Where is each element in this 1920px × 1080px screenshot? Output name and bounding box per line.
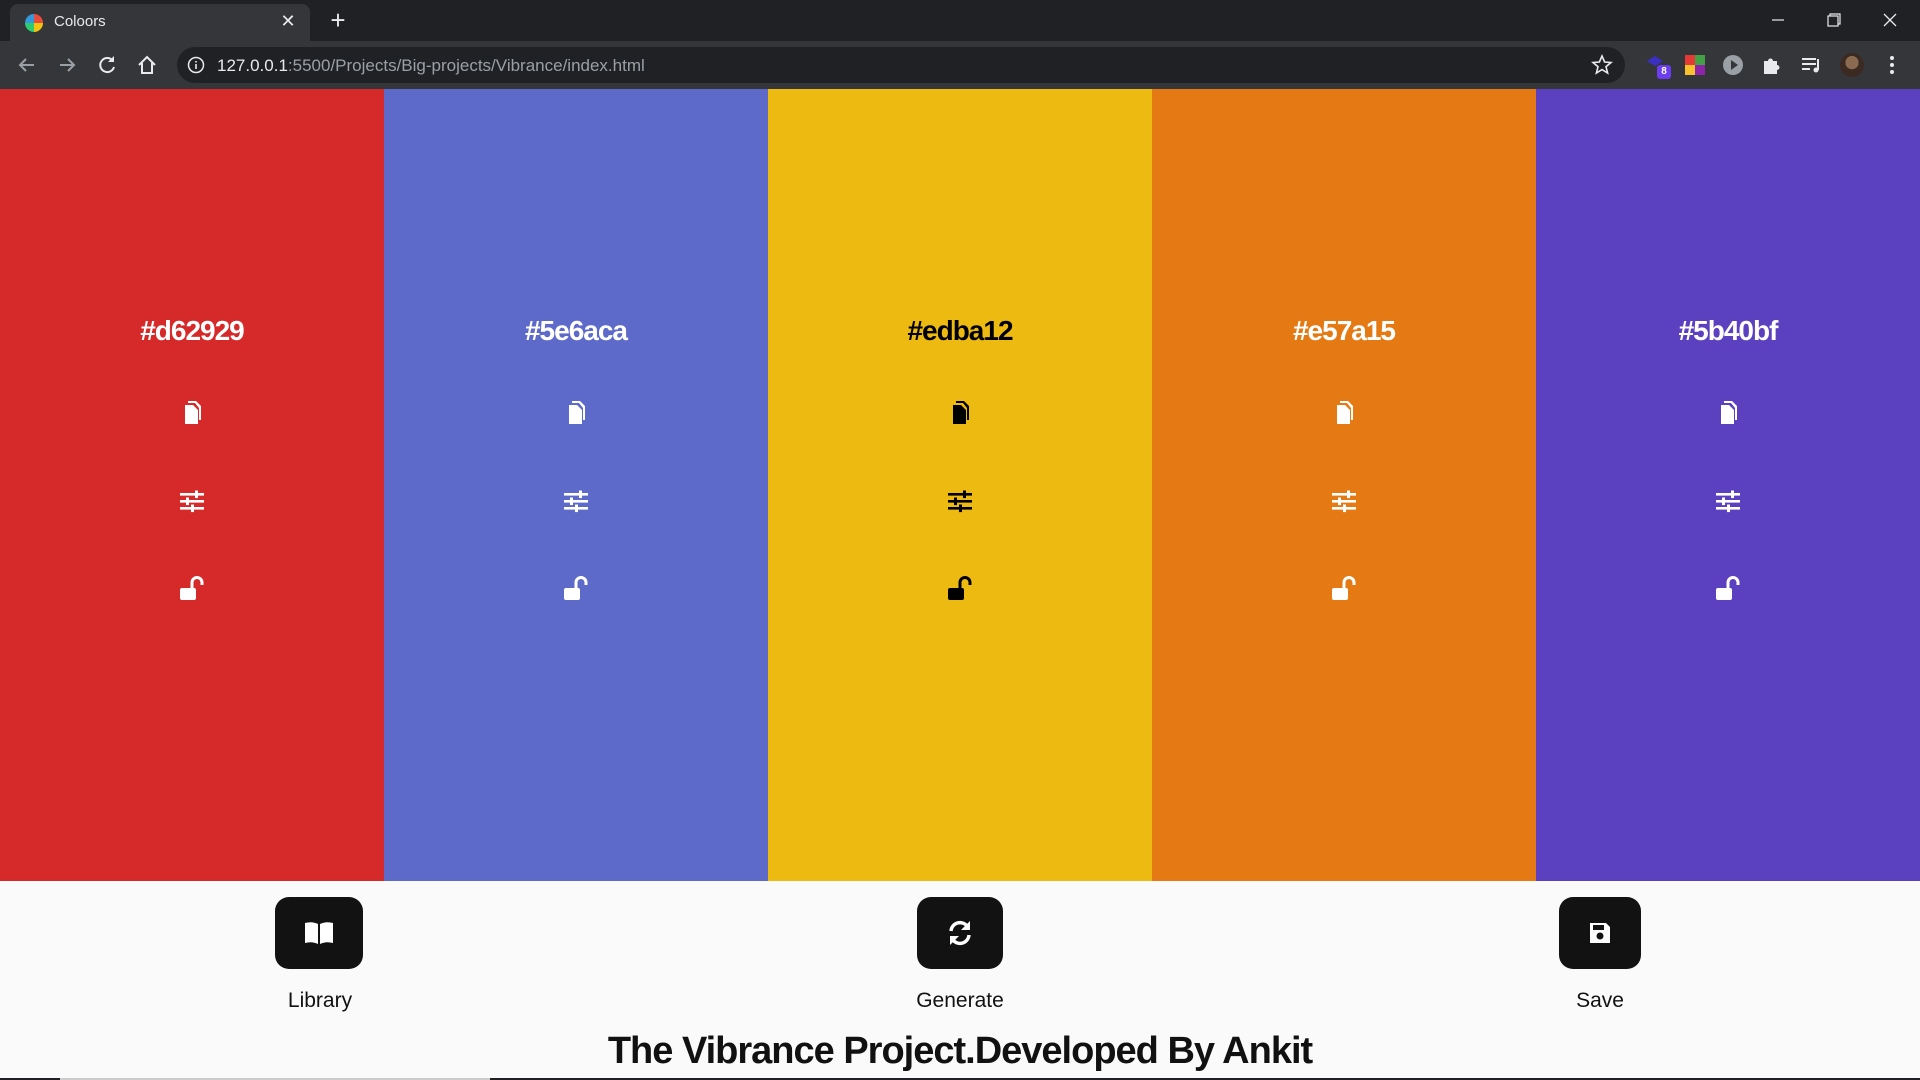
- color-extension-icon[interactable]: [1683, 53, 1707, 77]
- sliders-icon[interactable]: [177, 486, 207, 516]
- unlock-icon[interactable]: [177, 573, 207, 603]
- back-icon[interactable]: [13, 51, 41, 79]
- color-swatch-2: #5e6aca: [384, 89, 768, 881]
- favicon-icon: [25, 14, 43, 32]
- browser-tab[interactable]: Coloors ✕: [10, 4, 310, 41]
- bookmark-star-icon[interactable]: [1591, 54, 1613, 76]
- color-palette: #d62929 #5e6aca #edba12 #e57a15 #5b40bf: [0, 89, 1920, 881]
- color-swatch-1: #d62929: [0, 89, 384, 881]
- footer-credit: The Vibrance Project.Developed By Ankit: [607, 1030, 1313, 1072]
- unlock-icon[interactable]: [561, 573, 591, 603]
- control-panel: Library Generate Save The Vibrance Proje…: [0, 881, 1920, 1080]
- floppy-icon: [1590, 923, 1610, 943]
- reading-list-icon[interactable]: [1799, 53, 1823, 77]
- generate-label: Generate: [916, 989, 1004, 1012]
- home-icon[interactable]: [133, 51, 161, 79]
- unlock-icon[interactable]: [1713, 573, 1743, 603]
- book-icon: [305, 922, 333, 944]
- forward-icon[interactable]: [53, 51, 81, 79]
- sliders-icon[interactable]: [945, 486, 975, 516]
- hex-label: #edba12: [907, 315, 1013, 346]
- extension-badge-icon[interactable]: 8: [1645, 53, 1671, 79]
- library-label: Library: [287, 989, 353, 1012]
- copy-icon[interactable]: [177, 398, 207, 428]
- generate-button[interactable]: [917, 897, 1003, 969]
- hex-label: #d62929: [140, 315, 245, 346]
- hex-label: #5e6aca: [524, 315, 628, 346]
- copy-icon[interactable]: [945, 398, 975, 428]
- library-button[interactable]: [275, 897, 363, 969]
- menu-kebab-icon[interactable]: [1880, 53, 1904, 77]
- extension-badge-count: 8: [1657, 65, 1671, 79]
- url-host: 127.0.0.1: [217, 56, 288, 75]
- new-tab-button[interactable]: +: [324, 6, 352, 34]
- color-swatch-5: #5b40bf: [1536, 89, 1920, 881]
- address-bar[interactable]: 127.0.0.1:5500/Projects/Big-projects/Vib…: [177, 47, 1625, 83]
- reload-icon[interactable]: [93, 51, 121, 79]
- restore-icon[interactable]: [1813, 6, 1853, 34]
- copy-icon[interactable]: [561, 398, 591, 428]
- unlock-icon[interactable]: [945, 573, 975, 603]
- sliders-icon[interactable]: [1329, 486, 1359, 516]
- profile-avatar[interactable]: [1840, 53, 1864, 77]
- hex-label: #5b40bf: [1678, 315, 1779, 346]
- copy-icon[interactable]: [1329, 398, 1359, 428]
- sliders-icon[interactable]: [561, 486, 591, 516]
- save-label: Save: [1576, 989, 1624, 1012]
- copy-icon[interactable]: [1713, 398, 1743, 428]
- color-swatch-4: #e57a15: [1152, 89, 1536, 881]
- unlock-icon[interactable]: [1329, 573, 1359, 603]
- tab-close-icon[interactable]: ✕: [276, 9, 300, 33]
- minimize-icon[interactable]: [1758, 6, 1798, 34]
- browser-tab-bar: Coloors ✕ +: [0, 0, 1920, 41]
- play-extension-icon[interactable]: [1721, 53, 1745, 77]
- sliders-icon[interactable]: [1713, 486, 1743, 516]
- tab-title: Coloors: [54, 13, 106, 30]
- hex-label: #e57a15: [1292, 315, 1396, 346]
- puzzle-icon[interactable]: [1759, 53, 1783, 77]
- browser-toolbar: 127.0.0.1:5500/Projects/Big-projects/Vib…: [0, 41, 1920, 89]
- window-close-icon[interactable]: [1870, 6, 1910, 34]
- color-swatch-3: #edba12: [768, 89, 1152, 881]
- info-icon[interactable]: [187, 56, 205, 74]
- refresh-icon: [949, 920, 971, 946]
- save-button[interactable]: [1559, 897, 1641, 969]
- url-path: :5500/Projects/Big-projects/Vibrance/ind…: [287, 56, 645, 75]
- url-text: 127.0.0.1:5500/Projects/Big-projects/Vib…: [217, 56, 645, 76]
